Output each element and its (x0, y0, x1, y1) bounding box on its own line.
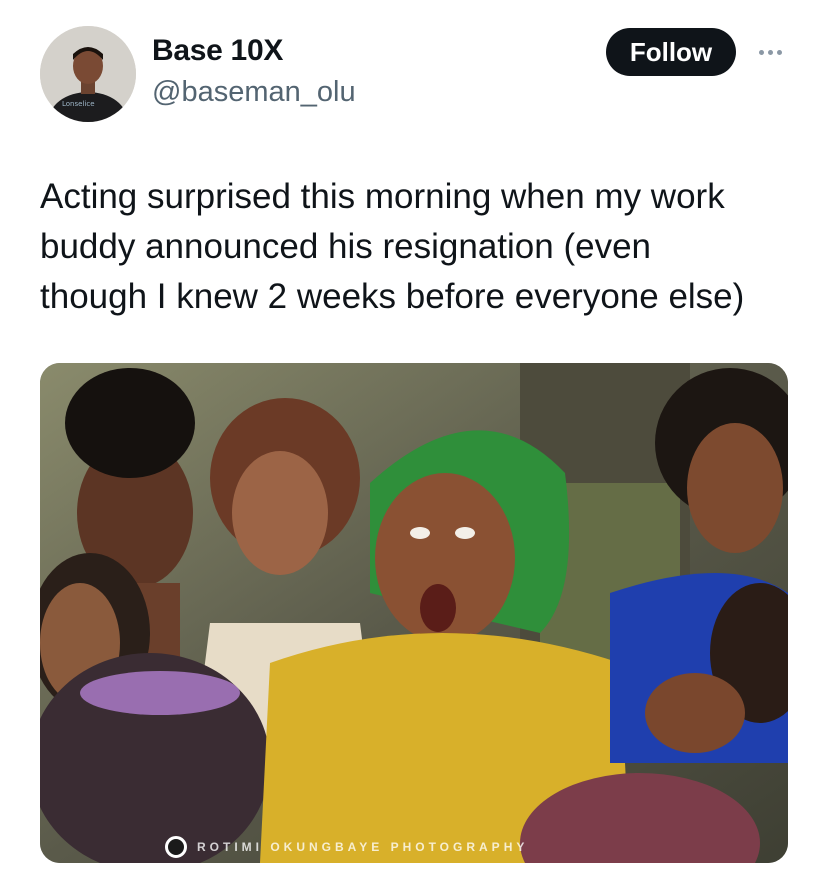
dot (767, 49, 773, 55)
tweet-text: Acting surprised this morning when my wo… (40, 177, 745, 316)
dot (776, 49, 782, 55)
dot (758, 49, 764, 55)
more-options-icon[interactable] (750, 40, 790, 64)
photo-watermark: ROTIMI OKUNGBAYE PHOTOGRAPHY (165, 836, 685, 858)
watermark-logo-icon (165, 836, 187, 858)
avatar-shirt-text: Lonselice (62, 100, 95, 108)
photo-illustration (40, 363, 788, 863)
tweet-media-photo[interactable] (40, 363, 788, 863)
watermark-text: ROTIMI OKUNGBAYE PHOTOGRAPHY (197, 840, 529, 854)
author-display-name[interactable]: Base 10X (152, 34, 283, 68)
author-handle[interactable]: @baseman_olu (152, 76, 356, 109)
avatar-photo: Lonselice (40, 26, 136, 122)
avatar[interactable]: Lonselice (40, 26, 136, 122)
follow-button[interactable]: Follow (606, 28, 736, 76)
